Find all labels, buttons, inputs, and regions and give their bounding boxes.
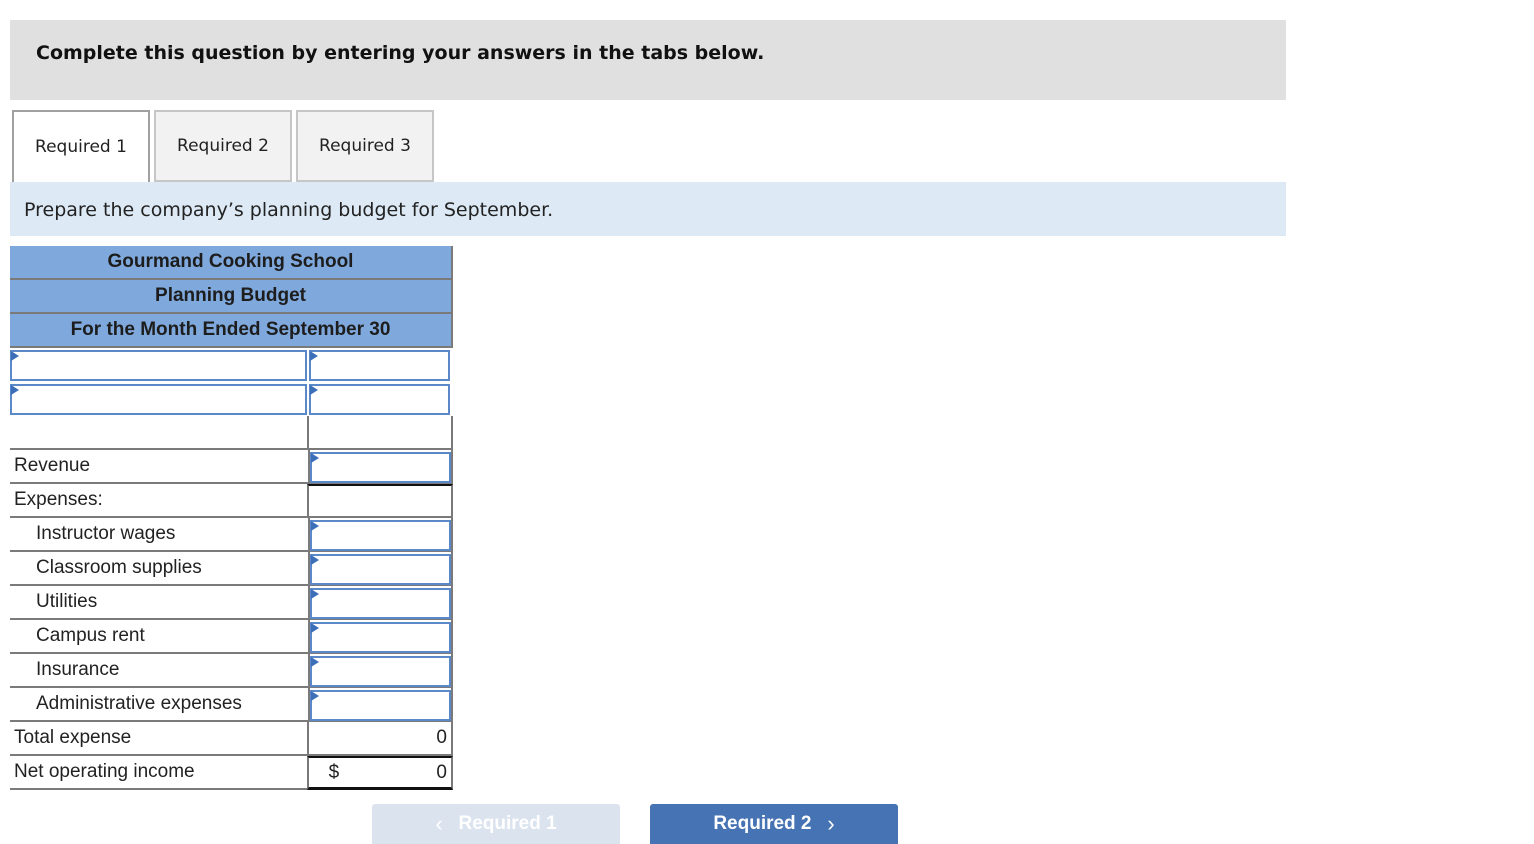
row-label: Expenses: [10, 484, 307, 518]
row-label: Revenue [10, 450, 308, 484]
table-header-company: Gourmand Cooking School [10, 246, 453, 280]
row-label: Instructor wages [10, 518, 308, 552]
activity-amount-input[interactable] [309, 350, 450, 381]
blank-label-cell [10, 416, 307, 450]
question-prompt: Prepare the company’s planning budget fo… [10, 182, 1286, 236]
row-label: Insurance [10, 654, 308, 688]
table-row-total-expense: Total expense 0 [10, 722, 453, 756]
previous-button-label: Required 1 [458, 813, 557, 834]
input-row [10, 382, 453, 416]
tab-required-3[interactable]: Required 3 [296, 110, 434, 182]
tab-required-1[interactable]: Required 1 [12, 110, 150, 182]
table-row-administrative-expenses: Administrative expenses [10, 688, 453, 722]
activity-amount-input[interactable] [309, 384, 450, 415]
next-button[interactable]: Required 2 › [650, 804, 898, 844]
instructor-wages-input[interactable] [310, 520, 451, 551]
classroom-supplies-input[interactable] [310, 554, 451, 585]
row-label: Administrative expenses [10, 688, 308, 722]
row-label: Classroom supplies [10, 552, 308, 586]
insurance-input[interactable] [310, 656, 451, 687]
tab-required-2[interactable]: Required 2 [154, 110, 292, 182]
activity-label-input[interactable] [10, 350, 307, 381]
next-button-label: Required 2 [713, 813, 812, 834]
blank-value-cell [306, 416, 453, 450]
input-row [10, 348, 453, 382]
chevron-right-icon: › [827, 811, 835, 836]
value-cell [306, 484, 453, 518]
instructions-banner: Complete this question by entering your … [10, 20, 1286, 100]
table-row-instructor-wages: Instructor wages [10, 518, 453, 552]
table-row-insurance: Insurance [10, 654, 453, 688]
table-header-period: For the Month Ended September 30 [10, 314, 453, 348]
total-expense-value: 0 [306, 722, 453, 756]
row-label: Net operating income [10, 756, 307, 790]
table-row-campus-rent: Campus rent [10, 620, 453, 654]
row-label: Utilities [10, 586, 308, 620]
activity-label-input[interactable] [10, 384, 307, 415]
blank-row [10, 416, 453, 450]
chevron-left-icon: ‹ [435, 811, 443, 836]
planning-budget-table: Gourmand Cooking School Planning Budget … [10, 246, 453, 790]
table-row-revenue: Revenue [10, 450, 453, 484]
row-label: Total expense [10, 722, 307, 756]
revenue-input[interactable] [310, 452, 451, 483]
table-row-net-operating-income: Net operating income $ 0 [10, 756, 453, 790]
table-row-utilities: Utilities [10, 586, 453, 620]
net-operating-income-value: 0 [436, 761, 447, 783]
table-header-title: Planning Budget [10, 280, 453, 314]
utilities-input[interactable] [310, 588, 451, 619]
row-label: Campus rent [10, 620, 308, 654]
prompt-text: Prepare the company’s planning budget fo… [24, 199, 554, 221]
campus-rent-input[interactable] [310, 622, 451, 653]
previous-button: ‹ Required 1 [372, 804, 620, 844]
table-row-classroom-supplies: Classroom supplies [10, 552, 453, 586]
currency-symbol: $ [328, 761, 340, 783]
administrative-expenses-input[interactable] [310, 690, 451, 721]
tab-bar: Required 1 Required 2 Required 3 [12, 110, 438, 182]
table-row-expenses: Expenses: [10, 484, 453, 518]
instructions-text: Complete this question by entering your … [36, 42, 765, 64]
